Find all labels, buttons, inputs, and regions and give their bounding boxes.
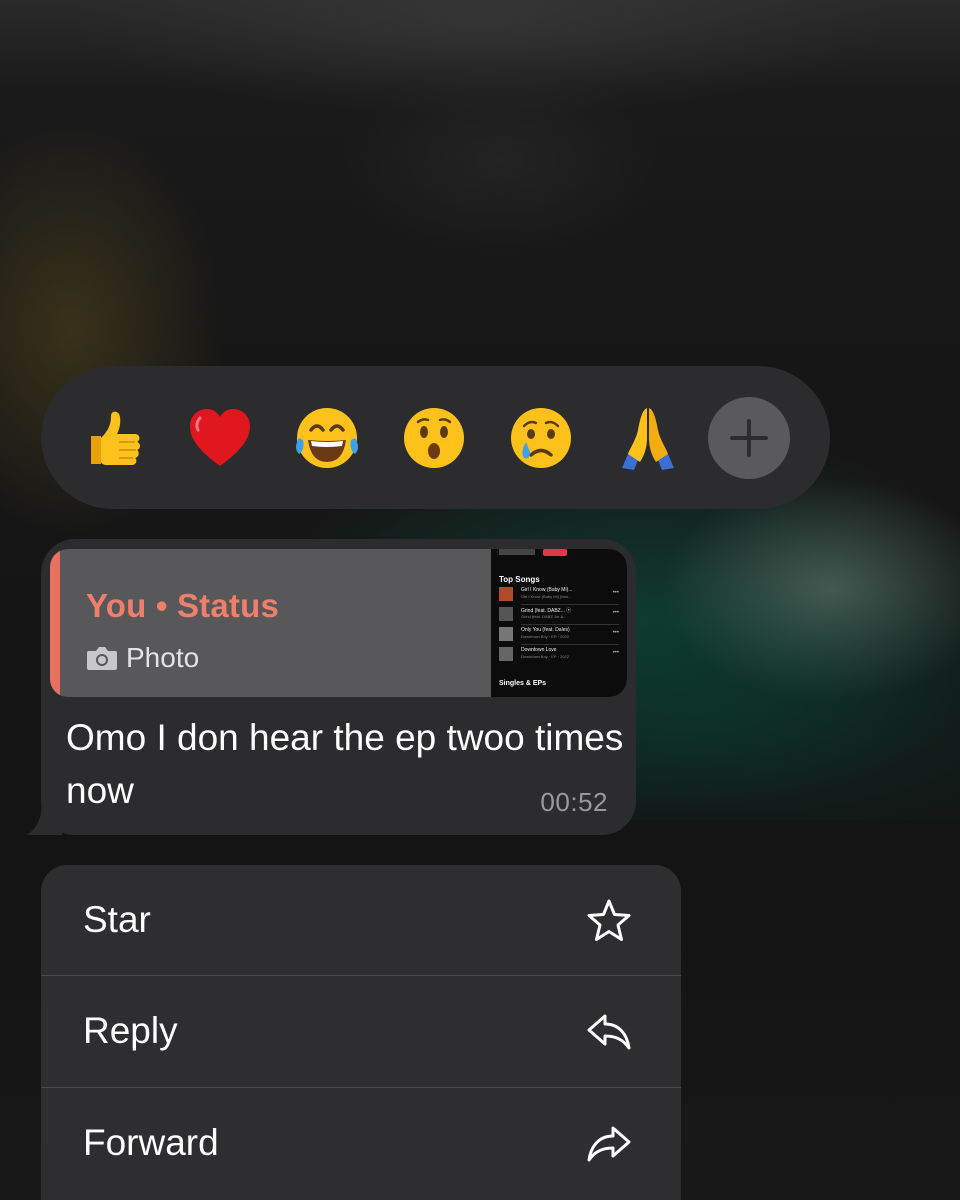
quote-type: Photo xyxy=(86,642,199,674)
message-timestamp: 00:52 xyxy=(540,787,608,817)
tears-of-joy-emoji[interactable] xyxy=(291,402,363,474)
menu-item-forward[interactable]: Forward xyxy=(41,1088,681,1199)
quoted-status[interactable]: You • Status Photo Top Songs Girl I Know… xyxy=(50,549,627,697)
thumbnail-song-row: Only You (feat. Dales) Downtown Boy · EP… xyxy=(499,627,623,645)
reaction-bar xyxy=(41,366,830,509)
more-reactions-button[interactable] xyxy=(708,396,790,479)
menu-item-label: Reply xyxy=(83,1010,178,1051)
status-thumbnail: Top Songs Girl I Know (Baby Mi)... Girl … xyxy=(491,549,627,697)
crying-face-emoji[interactable] xyxy=(505,402,577,474)
thumbnail-heading: Top Songs xyxy=(499,575,540,584)
menu-item-reply[interactable]: Reply xyxy=(41,976,681,1087)
thumbnail-topbar xyxy=(499,549,567,556)
message-bubble[interactable]: You • Status Photo Top Songs Girl I Know… xyxy=(41,539,636,835)
folded-hands-emoji[interactable] xyxy=(612,402,684,474)
surprised-face-emoji[interactable] xyxy=(398,402,470,474)
menu-item-label: Star xyxy=(83,899,151,940)
quote-type-label: Photo xyxy=(126,642,200,673)
thumbnail-section: Singles & EPs xyxy=(499,680,547,687)
thumbnail-song-row: Downtown Love Downtown Boy · EP · 2022 •… xyxy=(499,647,623,665)
thumbnail-song-row: Girl I Know (Baby Mi)... Girl I Know (Ba… xyxy=(499,587,623,605)
thumbnail-song-row: Grind (feat. DABZ... ⓔ Grind (feat. DABZ… xyxy=(499,607,623,625)
plus-icon xyxy=(730,418,768,457)
menu-item-star[interactable]: Star xyxy=(41,865,681,976)
forward-icon xyxy=(587,1126,631,1162)
thumbs-up-emoji[interactable] xyxy=(77,402,149,474)
red-heart-emoji[interactable] xyxy=(184,402,256,474)
camera-icon xyxy=(87,647,117,670)
menu-item-label: Forward xyxy=(83,1122,219,1163)
message-context-menu: Star Reply Forward xyxy=(41,865,681,1200)
quote-accent-bar xyxy=(50,549,60,697)
quote-author: You • Status xyxy=(86,587,280,624)
star-icon xyxy=(587,899,631,941)
reply-icon xyxy=(587,1014,631,1050)
